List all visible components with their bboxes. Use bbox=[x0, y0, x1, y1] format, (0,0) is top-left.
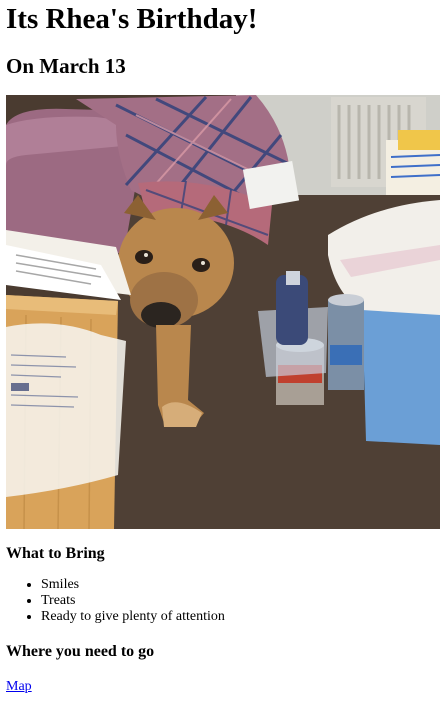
map-link[interactable]: Map bbox=[6, 679, 32, 695]
list-item: Smiles bbox=[41, 577, 439, 593]
page-content: Its Rhea's Birthday! On March 13 What to… bbox=[0, 4, 445, 695]
bring-list: Smiles Treats Ready to give plenty of at… bbox=[6, 577, 439, 625]
what-to-bring-heading: What to Bring bbox=[6, 545, 105, 562]
dog-photo bbox=[6, 95, 440, 529]
page-title: Its Rhea's Birthday! bbox=[6, 3, 258, 35]
where-heading: Where you need to go bbox=[6, 643, 155, 660]
list-item: Treats bbox=[41, 593, 439, 609]
page-subtitle: On March 13 bbox=[6, 54, 126, 78]
list-item: Ready to give plenty of attention bbox=[41, 609, 439, 625]
